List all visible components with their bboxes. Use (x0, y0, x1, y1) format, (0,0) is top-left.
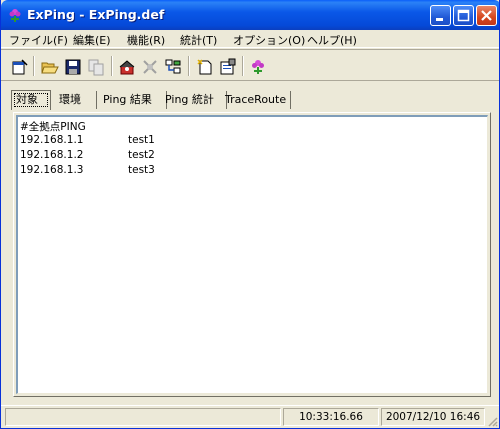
status-elapsed-time: 10:33:16.66 (283, 408, 379, 426)
tab-ping-statistics[interactable]: Ping 統計 (161, 91, 227, 109)
menu-edit[interactable]: 編集(E) (73, 32, 111, 48)
edit-target-icon[interactable] (11, 58, 29, 76)
tab-strip: 対象 環境 Ping 結果 Ping 統計 TraceRoute (11, 90, 491, 110)
tab-ping-results[interactable]: Ping 結果 (99, 91, 167, 109)
about-flower-icon[interactable] (249, 58, 267, 76)
tab-target[interactable]: 対象 (11, 90, 51, 110)
toolbar-separator (242, 56, 244, 76)
stop-disabled-icon[interactable] (141, 58, 159, 76)
tab-label: TraceRoute (225, 93, 287, 106)
status-datetime: 2007/12/10 16:46 (381, 408, 485, 426)
target-list-header: #全拠点PING (20, 121, 86, 133)
toolbar-separator (188, 56, 190, 76)
exping-window: ExPing - ExPing.def ファイル(F) 編集(E) 機能(R) … (0, 0, 500, 429)
copy-disabled-icon[interactable] (87, 58, 105, 76)
minimize-button[interactable] (430, 5, 451, 26)
status-bar: 10:33:16.66 2007/12/10 16:46 (1, 405, 499, 428)
close-icon (481, 10, 492, 21)
tab-label: 対象 (16, 93, 38, 106)
menu-statistics[interactable]: 統計(T) (180, 32, 217, 48)
app-flower-icon (9, 9, 21, 22)
toolbar-separator (33, 56, 35, 76)
tab-label: Ping 結果 (103, 93, 152, 106)
target-ip: 192.168.1.3 (20, 164, 84, 176)
open-folder-icon[interactable] (41, 58, 59, 76)
menu-file[interactable]: ファイル(F) (9, 32, 68, 48)
window-title: ExPing - ExPing.def (27, 7, 165, 22)
tab-environment[interactable]: 環境 (55, 91, 97, 109)
toolbar-separator (111, 56, 113, 76)
maximize-icon (457, 9, 470, 22)
menu-help[interactable]: ヘルプ(H) (307, 32, 357, 48)
status-message-pane (5, 408, 281, 426)
tab-panel: #全拠点PING 192.168.1.1 test1 192.168.1.2 t… (13, 112, 491, 397)
target-name: test2 (128, 149, 155, 161)
target-name: test1 (128, 134, 155, 146)
target-ip: 192.168.1.2 (20, 149, 84, 161)
tab-label: Ping 統計 (165, 93, 214, 106)
network-icon[interactable] (164, 58, 182, 76)
ping-start-icon[interactable] (118, 58, 136, 76)
tab-traceroute[interactable]: TraceRoute (221, 91, 291, 109)
target-list[interactable]: #全拠点PING 192.168.1.1 test1 192.168.1.2 t… (16, 115, 488, 394)
title-bar[interactable]: ExPing - ExPing.def (1, 0, 499, 30)
minimize-icon (436, 18, 443, 21)
target-ip: 192.168.1.1 (20, 134, 84, 146)
menu-options[interactable]: オプション(O) (233, 32, 305, 48)
new-file-icon[interactable] (196, 58, 214, 76)
toolbar (1, 49, 499, 81)
target-name: test3 (128, 164, 155, 176)
maximize-button[interactable] (453, 5, 474, 26)
close-button[interactable] (476, 5, 497, 26)
menu-function[interactable]: 機能(R) (127, 32, 165, 48)
menu-bar: ファイル(F) 編集(E) 機能(R) 統計(T) オプション(O) ヘルプ(H… (1, 30, 499, 48)
resize-grip-icon[interactable] (486, 415, 498, 427)
tab-label: 環境 (59, 93, 81, 106)
properties-icon[interactable] (219, 58, 237, 76)
save-icon[interactable] (64, 58, 82, 76)
